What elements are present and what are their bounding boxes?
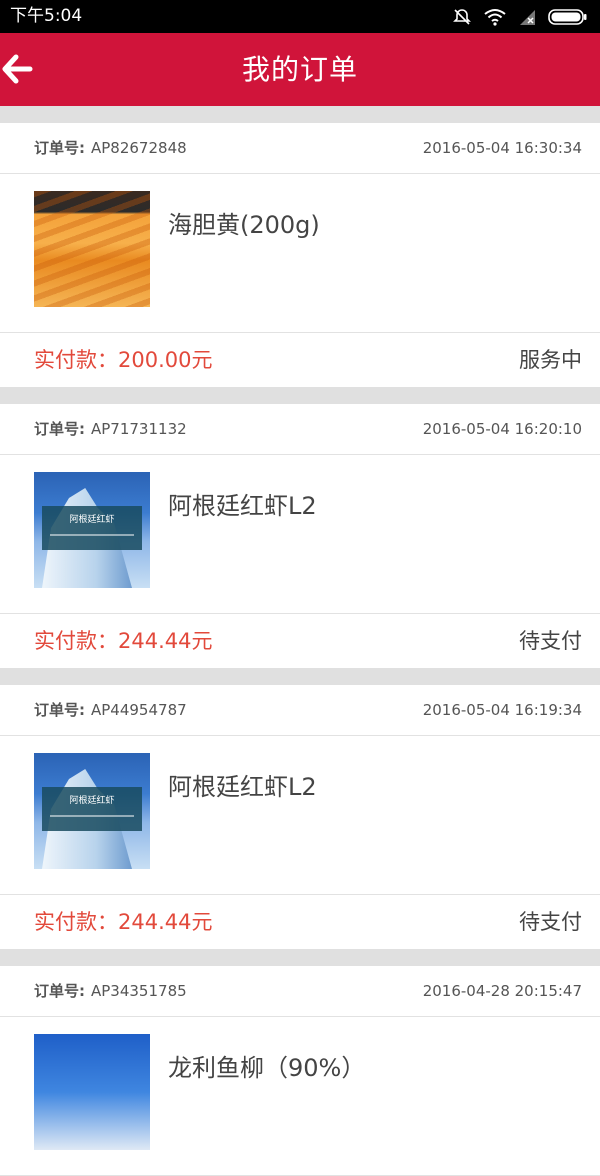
status-time: 下午5:04 — [10, 6, 83, 26]
page-title: 我的订单 — [241, 53, 358, 86]
divider — [0, 387, 600, 404]
product-thumbnail — [34, 1034, 150, 1150]
order-card[interactable]: 订单号: AP82672848 2016-05-04 16:30:34 海胆黄(2… — [0, 123, 600, 387]
order-product[interactable]: 阿根廷红虾 阿根廷红虾L2 — [0, 736, 600, 895]
order-no-label: 订单号: — [34, 139, 85, 157]
order-status: 待支付 — [519, 910, 582, 934]
product-name: 龙利鱼柳（90%） — [168, 1054, 366, 1082]
product-thumbnail: 阿根廷红虾 — [34, 753, 150, 869]
paid-label: 实付款： — [34, 348, 118, 372]
paid-amount: 244.44元 — [118, 629, 213, 653]
order-product[interactable]: 龙利鱼柳（90%） — [0, 1017, 600, 1176]
status-icons — [452, 6, 588, 28]
order-header: 订单号: AP82672848 2016-05-04 16:30:34 — [0, 123, 600, 174]
order-number: AP82672848 — [91, 139, 187, 157]
order-status: 待支付 — [519, 629, 582, 653]
divider — [0, 668, 600, 685]
paid-amount: 200.00元 — [118, 348, 213, 372]
wifi-icon — [484, 9, 506, 26]
status-bar: 下午5:04 — [0, 0, 600, 33]
order-card[interactable]: 订单号: AP34351785 2016-04-28 20:15:47 龙利鱼柳（… — [0, 966, 600, 1176]
order-header: 订单号: AP34351785 2016-04-28 20:15:47 — [0, 966, 600, 1017]
app-bar: 我的订单 — [0, 33, 600, 106]
paid-label: 实付款： — [34, 629, 118, 653]
order-header: 订单号: AP71731132 2016-05-04 16:20:10 — [0, 404, 600, 455]
divider — [0, 106, 600, 123]
order-date: 2016-05-04 16:19:34 — [422, 701, 582, 719]
divider — [0, 949, 600, 966]
order-date: 2016-05-04 16:30:34 — [422, 139, 582, 157]
product-name: 阿根廷红虾L2 — [168, 773, 317, 801]
order-date: 2016-05-04 16:20:10 — [422, 420, 582, 438]
order-card[interactable]: 订单号: AP44954787 2016-05-04 16:19:34 阿根廷红虾… — [0, 685, 600, 949]
order-footer: 实付款：244.44元 待支付 — [0, 895, 600, 949]
order-number: AP34351785 — [91, 982, 187, 1000]
order-product[interactable]: 阿根廷红虾 阿根廷红虾L2 — [0, 455, 600, 614]
order-footer: 实付款：244.44元 待支付 — [0, 614, 600, 668]
battery-icon — [548, 9, 587, 25]
order-number: AP44954787 — [91, 701, 187, 719]
product-name: 阿根廷红虾L2 — [168, 492, 317, 520]
order-date: 2016-04-28 20:15:47 — [422, 982, 582, 1000]
order-status: 服务中 — [519, 348, 582, 372]
order-no-label: 订单号: — [34, 420, 85, 438]
product-thumbnail: 阿根廷红虾 — [34, 472, 150, 588]
order-no-label: 订单号: — [34, 701, 85, 719]
order-number: AP71731132 — [91, 420, 187, 438]
order-header: 订单号: AP44954787 2016-05-04 16:19:34 — [0, 685, 600, 736]
paid-label: 实付款： — [34, 910, 118, 934]
order-list: 订单号: AP82672848 2016-05-04 16:30:34 海胆黄(2… — [0, 106, 600, 1176]
order-footer: 实付款：200.00元 服务中 — [0, 333, 600, 387]
thumbnail-caption: 阿根廷红虾 — [69, 796, 115, 806]
mute-icon — [453, 9, 471, 25]
order-card[interactable]: 订单号: AP71731132 2016-05-04 16:20:10 阿根廷红虾… — [0, 404, 600, 668]
product-name: 海胆黄(200g) — [168, 211, 320, 239]
signal-icon — [520, 10, 535, 25]
paid-amount: 244.44元 — [118, 910, 213, 934]
order-no-label: 订单号: — [34, 982, 85, 1000]
thumbnail-caption: 阿根廷红虾 — [69, 515, 115, 525]
product-thumbnail — [34, 191, 150, 307]
order-product[interactable]: 海胆黄(200g) — [0, 174, 600, 333]
